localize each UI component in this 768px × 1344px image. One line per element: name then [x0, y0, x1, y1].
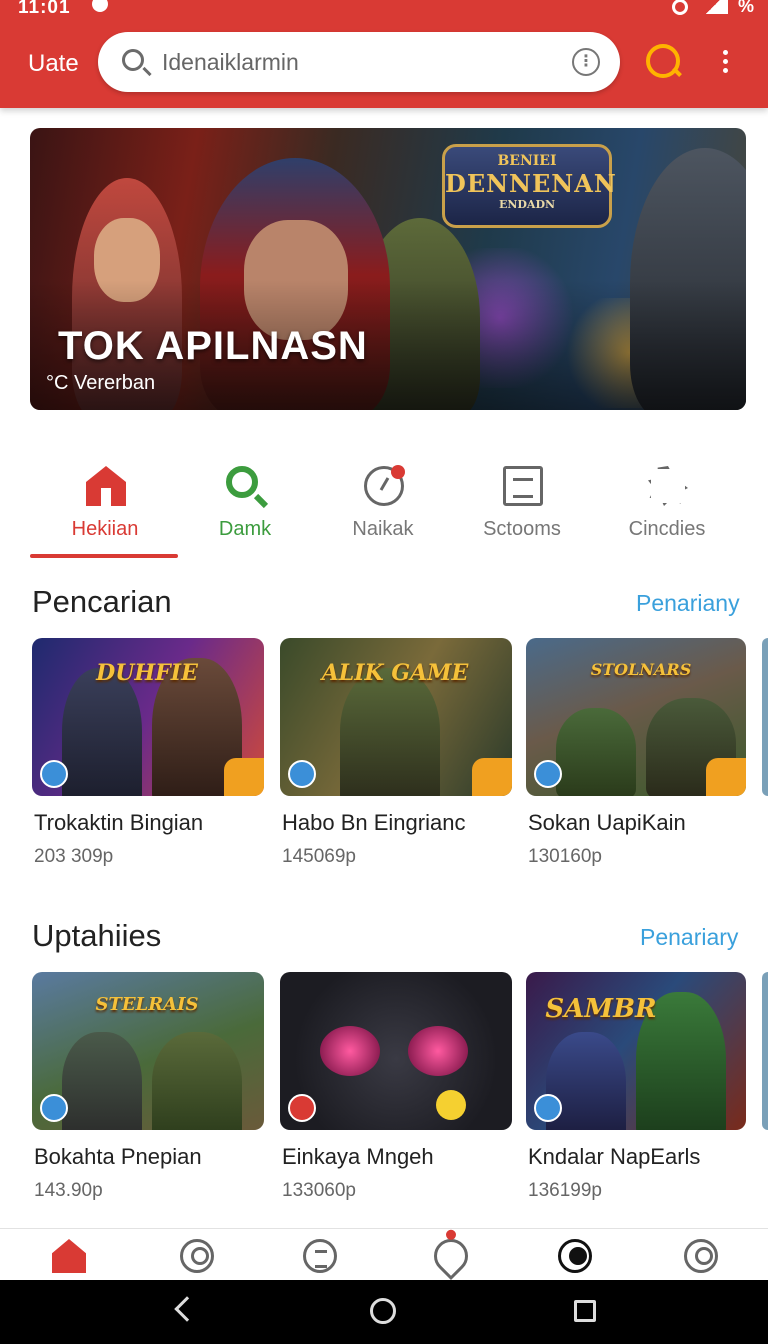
more-vert-icon[interactable]: [720, 50, 730, 76]
game-meta: 143.90p: [34, 1180, 103, 1201]
hero-banner[interactable]: BENIEI DENNENAN ENDADN TOK APILNASN °C V…: [30, 128, 746, 410]
chat-icon[interactable]: [426, 1227, 476, 1281]
category-tabs: Hekiian Damk Naikak Sctooms Cincdies: [30, 458, 746, 558]
platform-icon: [534, 760, 562, 788]
active-tab-indicator: [30, 554, 178, 558]
alarm-icon: [671, 0, 688, 15]
tab-label: Cincdies: [628, 518, 706, 540]
status-bar: 11:01 %: [0, 0, 768, 22]
game-title: Sokan UapiKain: [528, 810, 686, 835]
account-icon[interactable]: [558, 1239, 592, 1273]
game-thumbnail: SAMBR: [526, 972, 746, 1130]
game-thumbnail: ALIK GAME: [280, 638, 512, 796]
glowing-eye-left: [320, 1026, 380, 1076]
game-card[interactable]: Einkaya Mngeh 133060p: [280, 972, 512, 1201]
back-icon[interactable]: [174, 1296, 200, 1322]
game-logo: SAMBR: [545, 994, 657, 1024]
section-see-all-link[interactable]: Penariany: [636, 590, 740, 617]
search-icon: [226, 466, 258, 498]
search-bar[interactable]: Idenaiklarmin ⋮: [98, 32, 620, 92]
profile-icon[interactable]: [180, 1239, 214, 1273]
game-thumbnail: STELRAIS: [32, 972, 264, 1130]
next-card-peek: [762, 972, 768, 1130]
game-emblem: BENIEI DENNENAN ENDADN: [442, 144, 617, 228]
game-meta: 145069p: [282, 846, 356, 867]
app-bar: 11:01 % Uate Idenaiklarmin ⋮: [0, 0, 768, 108]
home-icon: [86, 466, 126, 506]
hero-title: TOK APILNASN: [58, 324, 368, 368]
game-card[interactable]: STELRAIS Bokahta Pnepian 143.90p: [32, 972, 264, 1201]
game-title: Kndalar NapEarls: [528, 1144, 701, 1169]
emblem-line3: ENDADN: [498, 198, 556, 211]
clock-icon: [364, 465, 405, 506]
bottom-navigation: [0, 1227, 768, 1281]
home-icon[interactable]: [52, 1239, 86, 1273]
tab-label: Sctooms: [483, 518, 561, 540]
game-title: Bokahta Pnepian: [34, 1144, 202, 1169]
battery-icon: %: [737, 0, 754, 16]
platform-icon: [40, 1094, 68, 1122]
game-card[interactable]: DUHFIE Trokaktin Bingian 203 309p: [32, 638, 264, 867]
game-thumbnail: DUHFIE: [32, 638, 264, 796]
game-thumbnail: [280, 972, 512, 1130]
corner-badge-icon: [224, 758, 264, 796]
corner-badge-icon: [472, 758, 512, 796]
recents-icon[interactable]: [574, 1300, 596, 1322]
app-title: Uate: [28, 50, 79, 77]
status-icons: %: [671, 0, 754, 17]
menu-circle-icon[interactable]: [303, 1239, 337, 1273]
game-card[interactable]: STOLNARS Sokan UapiKain 130160p: [526, 638, 746, 867]
section-title: Pencarian: [32, 584, 172, 619]
search-icon: [122, 49, 144, 71]
tab-label: Damk: [218, 518, 272, 540]
game-meta: 136199p: [528, 1180, 602, 1201]
signal-icon: [697, 0, 728, 14]
hero-subtitle: °C Vererban: [46, 372, 156, 394]
info-icon[interactable]: ⋮: [572, 48, 600, 76]
tab-label: Naikak: [352, 518, 414, 540]
game-title: Trokaktin Bingian: [34, 810, 204, 835]
emoji-badge-icon: [436, 1090, 466, 1120]
game-logo: ALIK GAME: [321, 660, 469, 686]
home-button-icon[interactable]: [370, 1298, 396, 1324]
profile-icon[interactable]: [684, 1239, 718, 1273]
game-logo: STELRAIS: [95, 994, 199, 1015]
section-see-all-link[interactable]: Penariary: [640, 924, 738, 951]
emblem-line1: BENIEI: [497, 153, 557, 169]
game-card[interactable]: SAMBR Kndalar NapEarls 136199p: [526, 972, 746, 1201]
emblem-line2: DENNENAN: [445, 169, 617, 198]
hero-subtitle-text: Vererban: [74, 372, 156, 394]
gear-icon: [648, 466, 688, 506]
notification-icon: [92, 0, 108, 12]
status-time: 11:01: [18, 0, 71, 18]
game-logo: STOLNARS: [590, 660, 692, 679]
search-input[interactable]: Idenaiklarmin: [162, 49, 299, 76]
system-navigation-bar: [0, 1280, 768, 1344]
game-meta: 133060p: [282, 1180, 356, 1201]
account-search-icon[interactable]: [646, 44, 680, 78]
corner-badge-icon: [706, 758, 746, 796]
platform-icon: [288, 760, 316, 788]
game-thumbnail: STOLNARS: [526, 638, 746, 796]
section-title: Uptahiies: [32, 918, 162, 953]
platform-icon: [288, 1094, 316, 1122]
glowing-eye-right: [408, 1026, 468, 1076]
game-title: Einkaya Mngeh: [282, 1144, 434, 1169]
game-title: Habo Bn Eingrianc: [282, 810, 466, 835]
game-meta: 130160p: [528, 846, 602, 867]
platform-icon: [534, 1094, 562, 1122]
game-card[interactable]: ALIK GAME Habo Bn Eingrianc 145069p: [280, 638, 512, 867]
tab-label: Hekiian: [71, 518, 139, 540]
next-card-peek: [762, 638, 768, 796]
game-meta: 203 309p: [34, 846, 114, 867]
platform-icon: [40, 760, 68, 788]
document-icon: [503, 466, 543, 506]
game-logo: DUHFIE: [96, 660, 198, 686]
